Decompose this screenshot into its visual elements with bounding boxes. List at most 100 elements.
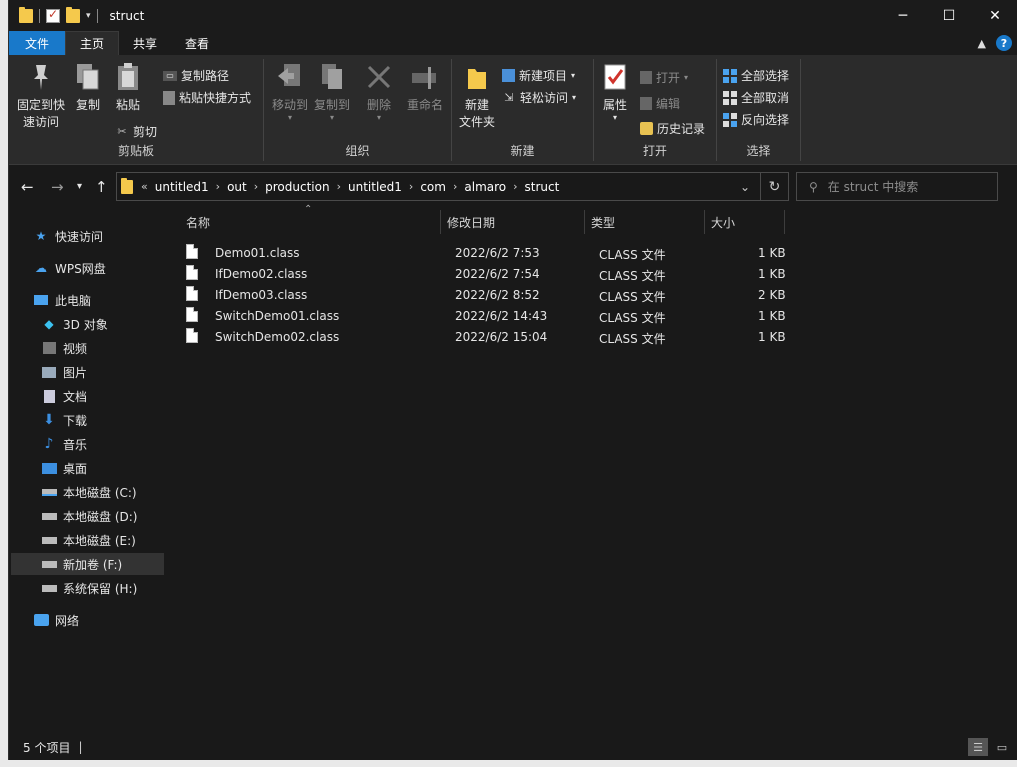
breadcrumb-item[interactable]: untitled1 [155, 180, 209, 194]
select-all-button[interactable]: 全部选择 [723, 67, 789, 84]
column-header-size[interactable]: 大小 [711, 210, 735, 234]
nav-item-drive-c[interactable]: 本地磁盘 (C:) [41, 481, 137, 503]
search-input[interactable]: ⚲ 在 struct 中搜索 [796, 172, 998, 201]
file-name: IfDemo03.class [215, 288, 308, 302]
paste-shortcut-button[interactable]: 粘贴快捷方式 [163, 89, 251, 106]
nav-item-pictures[interactable]: 图片 [41, 361, 87, 383]
paste-icon [113, 61, 143, 93]
nav-item-drive-h[interactable]: 系统保留 (H:) [41, 577, 137, 599]
column-header-name[interactable]: 名称 [186, 210, 210, 234]
copy-button[interactable]: 复制 [71, 61, 105, 114]
group-label-organize: 组织 [345, 144, 370, 158]
copy-to-button[interactable]: 复制到 ▾ [312, 61, 352, 122]
search-icon: ⚲ [809, 179, 818, 194]
details-view-icon: ☰ [973, 740, 983, 754]
tab-home[interactable]: 主页 [65, 31, 120, 55]
table-row[interactable]: IfDemo03.class 2022/6/2 8:52 CLASS 文件 2 … [186, 284, 786, 305]
close-button[interactable]: ✕ [972, 0, 1017, 31]
music-icon: ♪ [44, 436, 54, 452]
back-button[interactable]: ← [21, 178, 34, 196]
paste-button[interactable]: 粘贴 [111, 61, 145, 114]
recent-locations-dropdown[interactable]: ▾ [77, 181, 82, 192]
pin-quick-access-button[interactable]: 固定到快 速访问 [15, 61, 67, 131]
nav-item-drive-f[interactable]: 新加卷 (F:) [11, 553, 164, 575]
refresh-icon[interactable]: ↻ [760, 173, 788, 200]
column-divider[interactable] [440, 210, 441, 234]
nav-item-this-pc[interactable]: 此电脑 [33, 289, 91, 311]
customize-toolbar-dropdown-icon[interactable]: ▾ [86, 11, 91, 21]
new-folder-quick-icon[interactable] [66, 6, 80, 23]
divider [39, 8, 40, 23]
up-button[interactable]: ↑ [95, 178, 108, 196]
file-icon [186, 265, 198, 280]
breadcrumb-item[interactable]: out [227, 180, 247, 194]
file-date: 2022/6/2 14:43 [455, 309, 548, 323]
table-row[interactable]: SwitchDemo01.class 2022/6/2 14:43 CLASS … [186, 305, 786, 326]
nav-item-videos[interactable]: 视频 [41, 337, 87, 359]
folder-icon [121, 177, 133, 194]
table-row[interactable]: SwitchDemo02.class 2022/6/2 15:04 CLASS … [186, 326, 786, 347]
nav-item-wps-drive[interactable]: ☁ WPS网盘 [33, 257, 106, 279]
forward-button[interactable]: → [51, 178, 64, 196]
rename-button[interactable]: 重命名 [404, 61, 446, 114]
column-divider[interactable] [784, 210, 785, 234]
select-none-icon [723, 90, 737, 105]
cut-button[interactable]: ✂ 剪切 [115, 123, 157, 140]
easy-access-button[interactable]: ⇲ 轻松访问 ▾ [502, 89, 576, 106]
properties-button[interactable]: 属性 ▾ [598, 61, 632, 122]
history-button[interactable]: 历史记录 [640, 120, 705, 137]
nav-item-music[interactable]: ♪ 音乐 [41, 433, 87, 455]
cloud-icon: ☁ [35, 261, 47, 275]
breadcrumb-item[interactable]: struct [525, 180, 560, 194]
nav-item-quick-access[interactable]: ★ 快速访问 [33, 225, 103, 247]
breadcrumb-item[interactable]: com [420, 180, 446, 194]
column-divider[interactable] [704, 210, 705, 234]
breadcrumb-item[interactable]: almaro [464, 180, 506, 194]
open-button[interactable]: 打开 ▾ [640, 69, 688, 86]
column-header-date[interactable]: 修改日期 [447, 210, 495, 234]
new-folder-button[interactable]: 新建 文件夹 [456, 61, 498, 131]
tab-file[interactable]: 文件 [9, 31, 65, 55]
nav-item-drive-e[interactable]: 本地磁盘 (E:) [41, 529, 136, 551]
status-bar: 5 个项目 | ☰ ▭ [9, 734, 1017, 760]
address-bar[interactable]: « untitled1 › out › production › untitle… [116, 172, 789, 201]
group-label-new: 新建 [510, 144, 535, 158]
nav-item-downloads[interactable]: ⬇ 下载 [41, 409, 87, 431]
table-row[interactable]: Demo01.class 2022/6/2 7:53 CLASS 文件 1 KB [186, 242, 786, 263]
large-icons-view-button[interactable]: ▭ [992, 738, 1012, 756]
copy-path-button[interactable]: ▭ 复制路径 [163, 67, 229, 84]
large-icons-view-icon: ▭ [996, 740, 1008, 754]
properties-icon [600, 61, 630, 93]
edit-button[interactable]: 编辑 [640, 95, 680, 112]
move-to-button[interactable]: 移动到 ▾ [270, 61, 310, 122]
nav-item-3d-objects[interactable]: ◆ 3D 对象 [41, 313, 107, 335]
tab-view[interactable]: 查看 [171, 31, 223, 55]
nav-item-network[interactable]: 网络 [33, 609, 79, 631]
column-divider[interactable] [584, 210, 585, 234]
invert-selection-button[interactable]: 反向选择 [723, 111, 789, 128]
new-item-button[interactable]: 新建项目 ▾ [502, 67, 575, 84]
breadcrumb-item[interactable]: production [265, 180, 329, 194]
nav-item-drive-d[interactable]: 本地磁盘 (D:) [41, 505, 137, 527]
properties-quick-icon[interactable] [46, 7, 60, 23]
select-none-button[interactable]: 全部取消 [723, 89, 789, 106]
table-row[interactable]: IfDemo02.class 2022/6/2 7:54 CLASS 文件 1 … [186, 263, 786, 284]
tab-share[interactable]: 共享 [119, 31, 171, 55]
new-item-icon [502, 69, 515, 82]
breadcrumb-overflow[interactable]: « [141, 180, 148, 193]
file-name: SwitchDemo01.class [215, 309, 340, 323]
details-view-button[interactable]: ☰ [968, 738, 988, 756]
help-icon[interactable]: ? [996, 35, 1012, 51]
group-label-open: 打开 [642, 144, 667, 158]
collapse-ribbon-icon[interactable]: ▲ [978, 37, 986, 50]
nav-item-desktop[interactable]: 桌面 [41, 457, 87, 479]
minimize-button[interactable]: ─ [880, 0, 926, 31]
address-history-dropdown[interactable]: ⌄ [730, 180, 760, 194]
breadcrumb-item[interactable]: untitled1 [348, 180, 402, 194]
invert-selection-icon [723, 112, 737, 127]
nav-item-documents[interactable]: 文档 [41, 385, 87, 407]
delete-button[interactable]: 删除 ▾ [362, 61, 396, 122]
window-title: struct [109, 8, 145, 23]
column-header-type[interactable]: 类型 [591, 210, 615, 234]
maximize-button[interactable]: ☐ [926, 0, 972, 31]
